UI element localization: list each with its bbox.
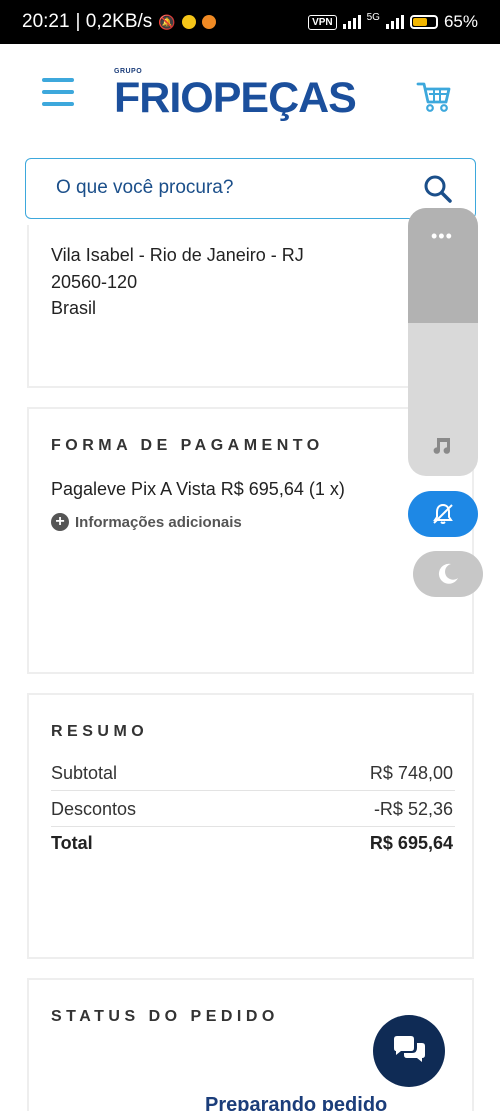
status-right: VPN 5G 65%: [308, 12, 478, 32]
additional-info-link[interactable]: + Informações adicionais: [51, 513, 242, 531]
summary-label: Descontos: [51, 799, 137, 819]
mute-toggle-button[interactable]: [408, 491, 478, 537]
payment-method: Pagaleve Pix A Vista R$ 695,64 (1 x): [51, 479, 345, 499]
summary-value: R$ 695,64: [369, 833, 453, 853]
bell-off-icon: [433, 503, 453, 524]
address-zip: 20560-120: [51, 272, 138, 292]
app-notification-icon-2: [201, 15, 216, 29]
app-notification-icon: [181, 15, 196, 29]
address-line: Vila Isabel - Rio de Janeiro - RJ: [51, 245, 304, 265]
moon-icon: [438, 563, 458, 584]
additional-info-label: Informações adicionais: [75, 513, 242, 531]
summary-value: R$ 748,00: [369, 763, 453, 783]
divider: [51, 826, 455, 827]
address-card: Vila Isabel - Rio de Janeiro - RJ 20560-…: [27, 225, 474, 388]
silent-bell-icon: 🔕: [158, 13, 176, 30]
chat-button[interactable]: [373, 1015, 445, 1087]
divider: [51, 790, 455, 791]
search-icon[interactable]: [423, 174, 453, 204]
search-input[interactable]: O que você procura?: [56, 177, 233, 199]
status-left: 20:21 | 0,2KB/s 🔕: [22, 11, 216, 33]
music-note-icon: [433, 438, 451, 454]
status-bar: 20:21 | 0,2KB/s 🔕 VPN 5G 65%: [0, 0, 500, 44]
order-status-value: Preparando pedido: [205, 1094, 388, 1111]
cart-icon[interactable]: [416, 78, 452, 114]
signal-icon: [342, 15, 361, 29]
summary-row-subtotal: Subtotal R$ 748,00: [51, 763, 453, 784]
network-type: 5G: [366, 12, 380, 23]
logo-wordmark: FRIOPEÇAS: [114, 74, 357, 122]
more-options-icon[interactable]: •••: [431, 226, 453, 247]
summary-card: RESUMO Subtotal R$ 748,00 Descontos -R$ …: [27, 693, 474, 959]
address-country: Brasil: [51, 298, 97, 318]
status-time: 20:21: [22, 11, 70, 32]
plus-circle-icon: +: [51, 513, 69, 531]
menu-icon[interactable]: [42, 78, 74, 108]
chat-bubbles-icon: [394, 1036, 425, 1062]
summary-value: -R$ 52,36: [373, 799, 453, 819]
battery-icon: [409, 15, 438, 29]
signal-icon-2: [385, 15, 404, 29]
summary-label: Total: [51, 833, 93, 853]
battery-percent: 65%: [443, 12, 478, 31]
order-status-title: STATUS DO PEDIDO: [51, 1008, 279, 1025]
summary-row-total: Total R$ 695,64: [51, 833, 453, 854]
summary-title: RESUMO: [51, 723, 149, 740]
summary-label: Subtotal: [51, 763, 118, 783]
logo[interactable]: GRUPO FRIOPEÇAS: [114, 68, 386, 124]
network-speed: | 0,2KB/s: [75, 11, 153, 32]
payment-card: FORMA DE PAGAMENTO Pagaleve Pix A Vista …: [27, 407, 474, 674]
summary-row-discounts: Descontos -R$ 52,36: [51, 799, 453, 820]
vpn-badge: VPN: [308, 14, 337, 30]
site-header: GRUPO FRIOPEÇAS: [0, 44, 500, 152]
do-not-disturb-button[interactable]: [413, 551, 483, 597]
payment-title: FORMA DE PAGAMENTO: [51, 437, 324, 454]
volume-panel[interactable]: •••: [408, 208, 478, 476]
